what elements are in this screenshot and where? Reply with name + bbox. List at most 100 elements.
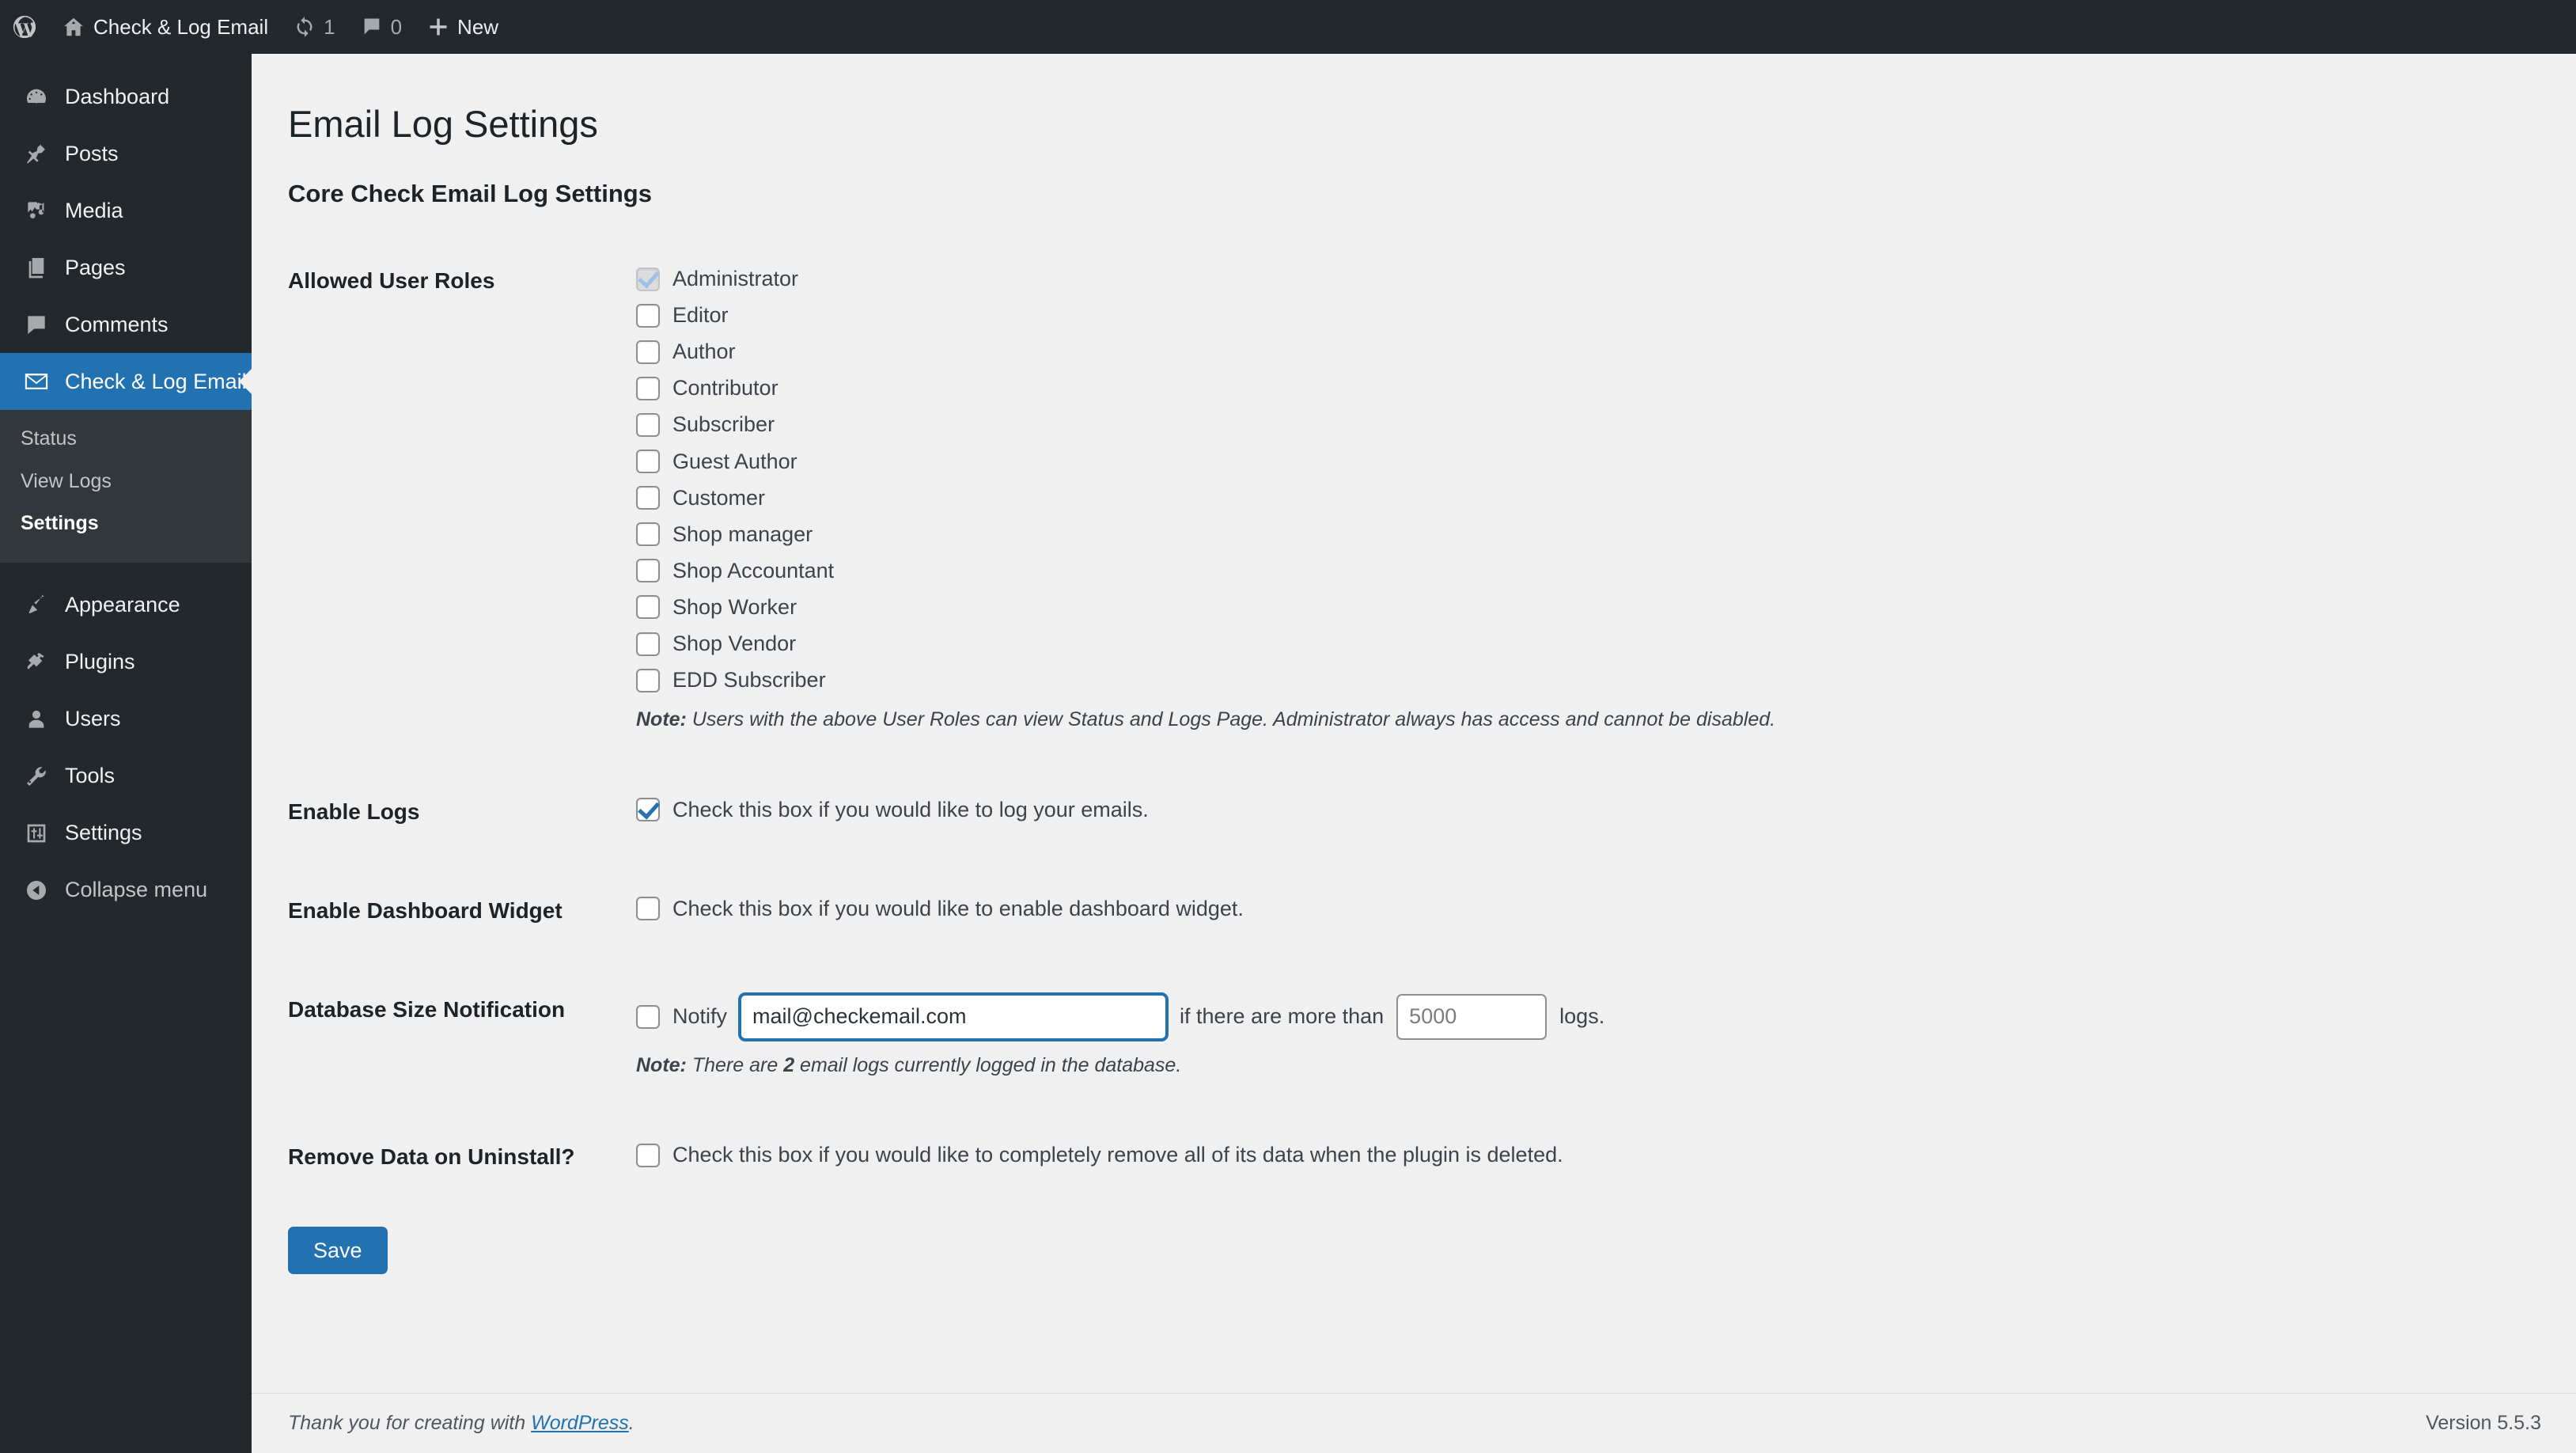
checkbox-author[interactable] [636,340,660,364]
role-option-author[interactable]: Author [636,338,2525,366]
footer-thanks-text: Thank you for creating with [288,1412,526,1434]
role-label-shop-worker: Shop Worker [672,594,797,619]
sidebar-label-pages: Pages [65,255,126,279]
remove-data-option[interactable]: Check this box if you would like to comp… [636,1141,2525,1169]
updates-button[interactable]: 1 [281,0,347,54]
note-prefix-roles: Note: [636,708,687,731]
section-title: Core Check Email Log Settings [288,180,652,208]
home-icon [62,15,85,39]
media-icon [21,195,52,226]
footer-version: Version 5.5.3 [2426,1412,2541,1434]
sidebar-item-check-and-log-email[interactable]: Check & Log Email [0,353,252,410]
checkbox-subscriber[interactable] [636,413,660,438]
new-content-button[interactable]: New [415,0,511,54]
role-option-contributor[interactable]: Contributor [636,374,2525,402]
checkbox-editor[interactable] [636,303,660,328]
role-label-guest-author: Guest Author [672,449,797,473]
checkbox-guest-author[interactable] [636,450,660,474]
sidebar-item-plugin-settings[interactable]: Settings [0,503,252,545]
admin-bar: Check & Log Email 1 0 New [0,0,2576,54]
role-label-administrator: Administrator [672,267,799,291]
enable-dashboard-widget-option[interactable]: Check this box if you would like to enab… [636,895,2525,923]
checkbox-edd-subscriber[interactable] [636,668,660,692]
sidebar-label-status: Status [21,427,77,450]
checkbox-shop-accountant[interactable] [636,559,660,583]
brush-icon [21,590,52,621]
label-remove-data-on-uninstall: Remove Data on Uninstall? [288,1144,575,1170]
new-content-label: New [457,14,499,39]
sidebar-item-plugins[interactable]: Plugins [0,634,252,691]
sidebar-label-comments: Comments [65,312,169,336]
notification-email-input[interactable] [740,993,1168,1040]
role-option-editor[interactable]: Editor [636,302,2525,329]
note-count-database: 2 [783,1053,795,1076]
content-area: Email Log Settings Core Check Email Log … [252,54,2576,1453]
save-button[interactable]: Save [288,1226,388,1274]
enable-logs-option[interactable]: Check this box if you would like to log … [636,796,2525,824]
note-allowed-user-roles: Note: Users with the above User Roles ca… [636,707,2525,733]
checkbox-customer[interactable] [636,486,660,510]
sidebar-item-dashboard[interactable]: Dashboard [0,68,252,125]
sidebar-label-view-logs: View Logs [21,469,112,492]
wordpress-link[interactable]: WordPress [531,1412,629,1434]
note-before-database: There are [691,1053,778,1076]
settings-form-table: Allowed User Roles Administrator Editor [288,233,2541,1208]
db-notification-controls: Notify if there are more than logs. [636,993,2525,1040]
role-option-shop-vendor[interactable]: Shop Vendor [636,630,2525,658]
comments-icon [21,309,52,340]
menu-spacer-top [0,54,252,68]
plug-icon [21,647,52,678]
wordpress-logo-button[interactable] [0,0,49,54]
cell-allowed-user-roles: Administrator Editor Author Contributor … [636,233,2541,764]
role-option-administrator[interactable]: Administrator [636,265,2525,293]
log-threshold-input[interactable] [1396,993,1547,1040]
checkbox-enable-logs[interactable] [636,798,660,822]
sidebar-item-status[interactable]: Status [0,418,252,461]
checkbox-enable-dashboard-widget[interactable] [636,897,660,921]
row-remove-data-on-uninstall: Remove Data on Uninstall? Check this box… [288,1110,2541,1208]
sidebar-item-posts[interactable]: Posts [0,125,252,182]
role-label-edd-subscriber: EDD Subscriber [672,668,826,692]
role-option-subscriber[interactable]: Subscriber [636,411,2525,438]
role-option-edd-subscriber[interactable]: EDD Subscriber [636,666,2525,694]
role-option-shop-accountant[interactable]: Shop Accountant [636,557,2525,585]
sidebar-item-pages[interactable]: Pages [0,239,252,296]
site-name-button[interactable]: Check & Log Email [49,0,281,54]
threshold-suffix-label: logs. [1559,1004,1605,1029]
role-label-shop-accountant: Shop Accountant [672,558,835,582]
checkbox-remove-data-on-uninstall[interactable] [636,1143,660,1167]
checkbox-shop-vendor[interactable] [636,632,660,656]
admin-footer: Thank you for creating with WordPress. V… [252,1393,2576,1453]
sidebar-label-dashboard: Dashboard [65,84,170,108]
note-text-roles: Users with the above User Roles can view… [691,708,1776,731]
submit-area: Save [288,1209,2541,1274]
role-label-author: Author [672,340,736,364]
role-option-guest-author[interactable]: Guest Author [636,448,2525,476]
footer-period: . [628,1412,635,1434]
comments-count: 0 [390,14,403,39]
checkbox-label-enable-logs: Check this box if you would like to log … [672,797,1149,821]
role-option-customer[interactable]: Customer [636,484,2525,512]
page-title: Email Log Settings [288,103,598,145]
sidebar-item-settings[interactable]: Settings [0,805,252,862]
collapse-menu-button[interactable]: Collapse menu [0,862,252,919]
checkbox-contributor[interactable] [636,376,660,400]
checkbox-shop-manager[interactable] [636,522,660,547]
sidebar-item-tools[interactable]: Tools [0,748,252,805]
checkbox-shop-worker[interactable] [636,595,660,620]
wordpress-icon [11,13,38,40]
sidebar-item-users[interactable]: Users [0,691,252,748]
sidebar-item-view-logs[interactable]: View Logs [0,461,252,503]
sidebar-item-media[interactable]: Media [0,182,252,239]
role-option-shop-manager[interactable]: Shop manager [636,521,2525,548]
comments-button[interactable]: 0 [348,0,415,54]
role-label-subscriber: Subscriber [672,412,775,437]
role-option-shop-worker[interactable]: Shop Worker [636,594,2525,621]
threshold-middle-label: if there are more than [1180,1004,1385,1029]
sidebar-item-comments[interactable]: Comments [0,296,252,353]
sidebar-item-appearance[interactable]: Appearance [0,577,252,634]
checkbox-database-size-notification[interactable] [636,1004,660,1029]
cell-enable-logs: Check this box if you would like to log … [636,764,2541,863]
updates-count: 1 [324,14,335,39]
user-icon [21,704,52,735]
